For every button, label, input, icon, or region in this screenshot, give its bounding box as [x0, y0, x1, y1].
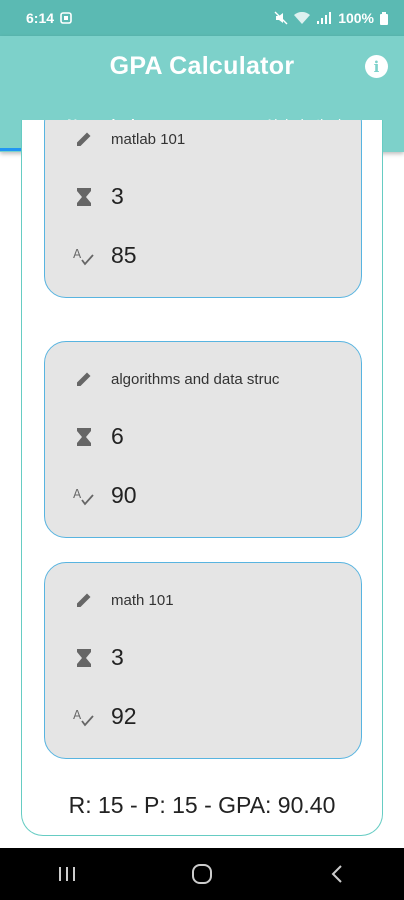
course-name-row[interactable]: math 101 [73, 589, 174, 611]
hourglass-icon [73, 426, 95, 448]
course-grade[interactable]: 90 [111, 482, 137, 509]
recent-apps-icon[interactable] [47, 859, 87, 889]
course-grade[interactable]: 85 [111, 242, 137, 269]
hourglass-icon [73, 186, 95, 208]
app-title: GPA Calculator [109, 52, 295, 80]
course-credits[interactable]: 3 [111, 644, 124, 671]
spellcheck-icon: A [73, 485, 95, 507]
course-card: math 101 3 A 92 [44, 562, 362, 759]
pencil-icon [73, 128, 95, 150]
course-name[interactable]: algorithms and data struc [111, 371, 279, 388]
course-credits-row[interactable]: 3 [73, 183, 124, 210]
course-grade[interactable]: 92 [111, 703, 137, 730]
svg-text:A: A [73, 247, 82, 261]
status-time: 6:14 [26, 10, 55, 26]
course-grade-row[interactable]: A 85 [73, 242, 137, 269]
course-credits[interactable]: 6 [111, 423, 124, 450]
svg-text:A: A [73, 708, 82, 722]
spellcheck-icon: A [73, 245, 95, 267]
notification-icon [60, 12, 72, 24]
course-credits-row[interactable]: 6 [73, 423, 124, 450]
battery-icon [380, 11, 388, 25]
course-name[interactable]: math 101 [111, 592, 174, 609]
course-name-row[interactable]: algorithms and data struc [73, 368, 279, 390]
course-card: matlab 101 3 A 85 [44, 120, 362, 298]
gpa-summary: R: 15 - P: 15 - GPA: 90.40 [68, 792, 336, 818]
wifi-icon [294, 11, 311, 24]
mute-icon [274, 11, 288, 25]
signal-icon [317, 11, 332, 24]
battery-percent: 100% [338, 10, 374, 26]
pencil-icon [73, 368, 95, 390]
course-panel[interactable]: matlab 101 3 A 85 algorithms and data st… [21, 120, 383, 836]
course-credits-row[interactable]: 3 [73, 644, 124, 671]
status-bar: 6:14 100% [0, 0, 404, 36]
course-grade-row[interactable]: A 92 [73, 703, 137, 730]
course-name[interactable]: matlab 101 [111, 131, 185, 148]
spellcheck-icon: A [73, 706, 95, 728]
system-nav-bar [0, 848, 404, 900]
back-icon[interactable] [317, 859, 357, 889]
course-credits[interactable]: 3 [111, 183, 124, 210]
hourglass-icon [73, 647, 95, 669]
svg-text:A: A [73, 487, 82, 501]
pencil-icon [73, 589, 95, 611]
course-name-row[interactable]: matlab 101 [73, 128, 185, 150]
course-grade-row[interactable]: A 90 [73, 482, 137, 509]
course-card: algorithms and data struc 6 A 90 [44, 341, 362, 538]
info-icon[interactable]: i [365, 55, 388, 78]
home-icon[interactable] [182, 859, 222, 889]
